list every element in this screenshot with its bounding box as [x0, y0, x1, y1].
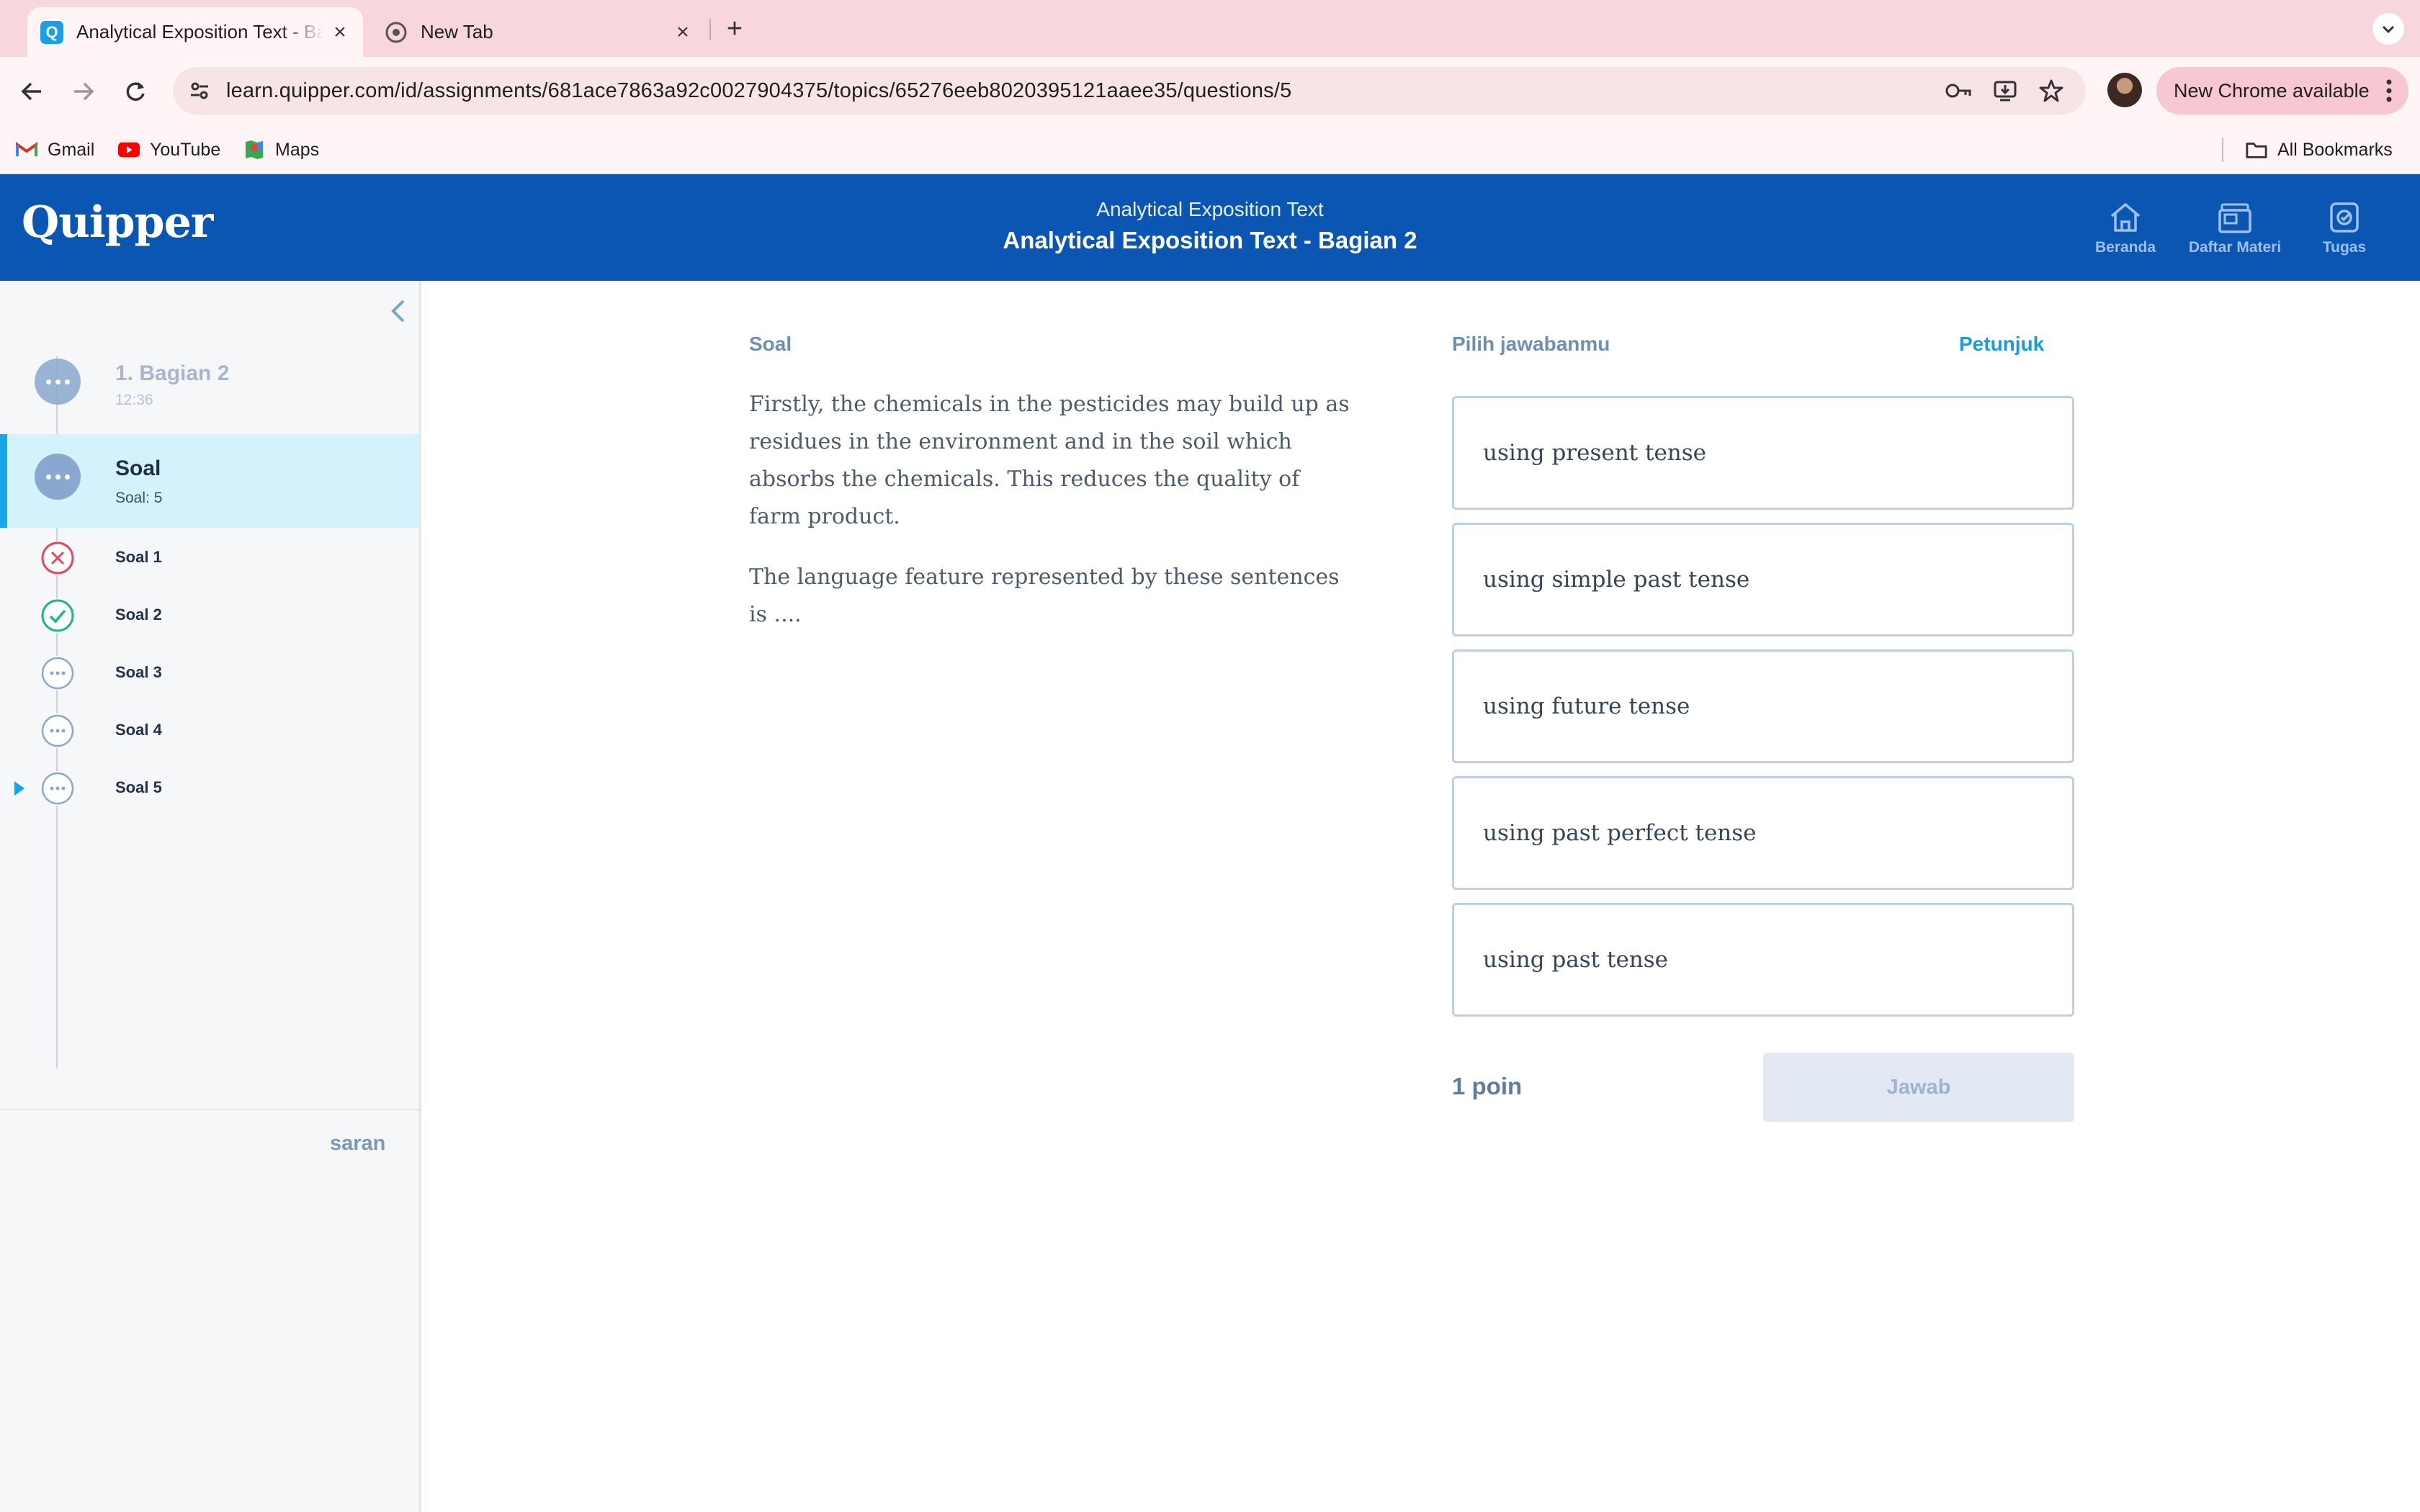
bookmark-label: Maps: [275, 139, 320, 160]
sidebar-divider: [0, 1109, 419, 1110]
answer-choice-text: using present tense: [1483, 440, 1707, 466]
app-header: Quipper Analytical Exposition Text Analy…: [0, 174, 2420, 281]
close-tab-icon[interactable]: ×: [324, 17, 356, 48]
bookmark-youtube[interactable]: YouTube: [118, 136, 220, 163]
bookmarks-divider: [2222, 138, 2223, 162]
tab-new-tab[interactable]: New Tab ×: [375, 7, 706, 57]
sidebar-item-soal-3[interactable]: Soal 3: [0, 643, 419, 701]
back-icon[interactable]: [14, 74, 49, 109]
soal-group-count: Soal: 5: [115, 490, 163, 506]
bookmark-star-icon[interactable]: [2034, 73, 2069, 108]
bookmark-label: YouTube: [150, 139, 221, 160]
answer-choice-4[interactable]: using past perfect tense: [1452, 776, 2074, 890]
bookmark-label: Gmail: [48, 139, 95, 160]
sidebar-item-label: Soal 5: [115, 778, 162, 796]
quipper-favicon: Q: [40, 20, 63, 44]
hint-link[interactable]: Petunjuk: [1959, 333, 2044, 356]
site-settings-icon[interactable]: [182, 73, 218, 109]
new-tab-icon[interactable]: +: [719, 13, 750, 45]
answer-choice-1[interactable]: using present tense: [1452, 396, 2074, 510]
pending-icon: [40, 771, 75, 806]
browser-toolbar: learn.quipper.com/id/assignments/681ace7…: [0, 57, 2420, 125]
sidebar: 1. Bagian 2 12:36 Soal Soal: 5 Soal 1 So…: [0, 281, 421, 1512]
address-bar[interactable]: learn.quipper.com/id/assignments/681ace7…: [173, 67, 2086, 114]
materials-icon: [2216, 199, 2254, 236]
tab-active[interactable]: Q Analytical Exposition Text - Bagian 2 …: [27, 7, 363, 57]
close-tab-icon[interactable]: ×: [667, 17, 699, 48]
tab-title: New Tab: [421, 21, 493, 42]
menu-kebab-icon[interactable]: [2385, 78, 2393, 108]
nav-beranda[interactable]: Beranda: [2071, 199, 2179, 256]
sidebar-item-soal-2[interactable]: Soal 2: [0, 585, 419, 643]
nav-label: Beranda: [2094, 239, 2156, 256]
question-paragraph: Firstly, the chemicals in the pesticides…: [749, 392, 1350, 529]
submit-answer-button[interactable]: Jawab: [1763, 1053, 2074, 1122]
soal-group-node-icon: [35, 454, 81, 500]
tab-title: Analytical Exposition Text - Bagian 2: [76, 21, 324, 42]
gmail-icon: [16, 139, 37, 161]
collapse-sidebar-icon[interactable]: [382, 295, 413, 327]
answer-choice-2[interactable]: using simple past tense: [1452, 523, 2074, 636]
install-app-icon[interactable]: [1988, 73, 2022, 108]
header-subtitle: Analytical Exposition Text: [1096, 198, 1324, 220]
question-prompt: The language feature represented by thes…: [749, 564, 1340, 627]
chrome-update-button[interactable]: New Chrome available: [2156, 67, 2408, 114]
chrome-favicon: [385, 21, 408, 44]
choose-answer-label: Pilih jawabanmu: [1452, 333, 1610, 355]
all-bookmarks-label: All Bookmarks: [2277, 139, 2393, 160]
home-icon: [2107, 199, 2144, 236]
section-node-icon: [35, 359, 81, 405]
nav-label: Daftar Materi: [2188, 239, 2282, 256]
sidebar-item-label: Soal 4: [115, 721, 162, 739]
url-text: learn.quipper.com/id/assignments/681ace7…: [226, 78, 1292, 102]
wrong-icon: [40, 541, 75, 575]
answer-choice-text: using past perfect tense: [1483, 820, 1757, 846]
page-title: Analytical Exposition Text - Bagian 2: [1003, 227, 1417, 253]
sidebar-item-soal-4[interactable]: Soal 4: [0, 701, 419, 758]
saran-link[interactable]: saran: [330, 1132, 385, 1156]
soal-group-title: Soal: [115, 456, 161, 480]
pending-icon: [40, 656, 75, 690]
bookmark-maps[interactable]: Maps: [243, 136, 319, 163]
sidebar-item-soal-1[interactable]: Soal 1: [0, 528, 419, 585]
browser-tab-bar: Q Analytical Exposition Text - Bagian 2 …: [0, 0, 2420, 57]
sidebar-item-label: Soal 1: [115, 548, 162, 566]
tab-search-icon[interactable]: [2372, 13, 2404, 45]
tab-separator: [709, 19, 711, 40]
question-label: Soal: [749, 333, 792, 355]
all-bookmarks-button[interactable]: All Bookmarks: [2246, 136, 2393, 163]
answer-choice-5[interactable]: using past tense: [1452, 903, 2074, 1017]
nav-daftar-materi[interactable]: Daftar Materi: [2181, 199, 2289, 256]
sidebar-item-soal-5[interactable]: Soal 5: [0, 758, 419, 816]
section-time: 12:36: [115, 392, 153, 408]
youtube-icon: [118, 139, 140, 161]
sidebar-item-label: Soal 3: [115, 663, 162, 681]
bookmark-gmail[interactable]: Gmail: [16, 136, 94, 163]
profile-avatar[interactable]: [2107, 73, 2142, 107]
password-key-icon[interactable]: [1942, 73, 1976, 108]
answer-choice-text: using simple past tense: [1483, 567, 1750, 593]
folder-icon: [2246, 139, 2267, 161]
question-text: Firstly, the chemicals in the pesticides…: [749, 386, 1354, 634]
assignment-icon: [2326, 199, 2363, 236]
nav-label: Tugas: [2322, 239, 2367, 256]
answer-choice-text: using past tense: [1483, 947, 1669, 973]
reload-icon[interactable]: [118, 74, 153, 109]
answer-choice-3[interactable]: using future tense: [1452, 649, 2074, 763]
answer-choice-text: using future tense: [1483, 693, 1690, 719]
points-label: 1 poin: [1452, 1073, 1523, 1099]
nav-tugas[interactable]: Tugas: [2290, 199, 2398, 256]
forward-icon[interactable]: [66, 74, 101, 109]
maps-icon: [243, 139, 265, 161]
correct-icon: [40, 598, 75, 633]
pending-icon: [40, 714, 75, 748]
section-title[interactable]: 1. Bagian 2: [115, 361, 229, 386]
update-label: New Chrome available: [2174, 79, 2370, 102]
current-arrow-icon: [14, 781, 24, 796]
sidebar-item-label: Soal 2: [115, 606, 162, 624]
bookmarks-bar: Gmail YouTube Maps All Bookmarks: [0, 125, 2420, 174]
